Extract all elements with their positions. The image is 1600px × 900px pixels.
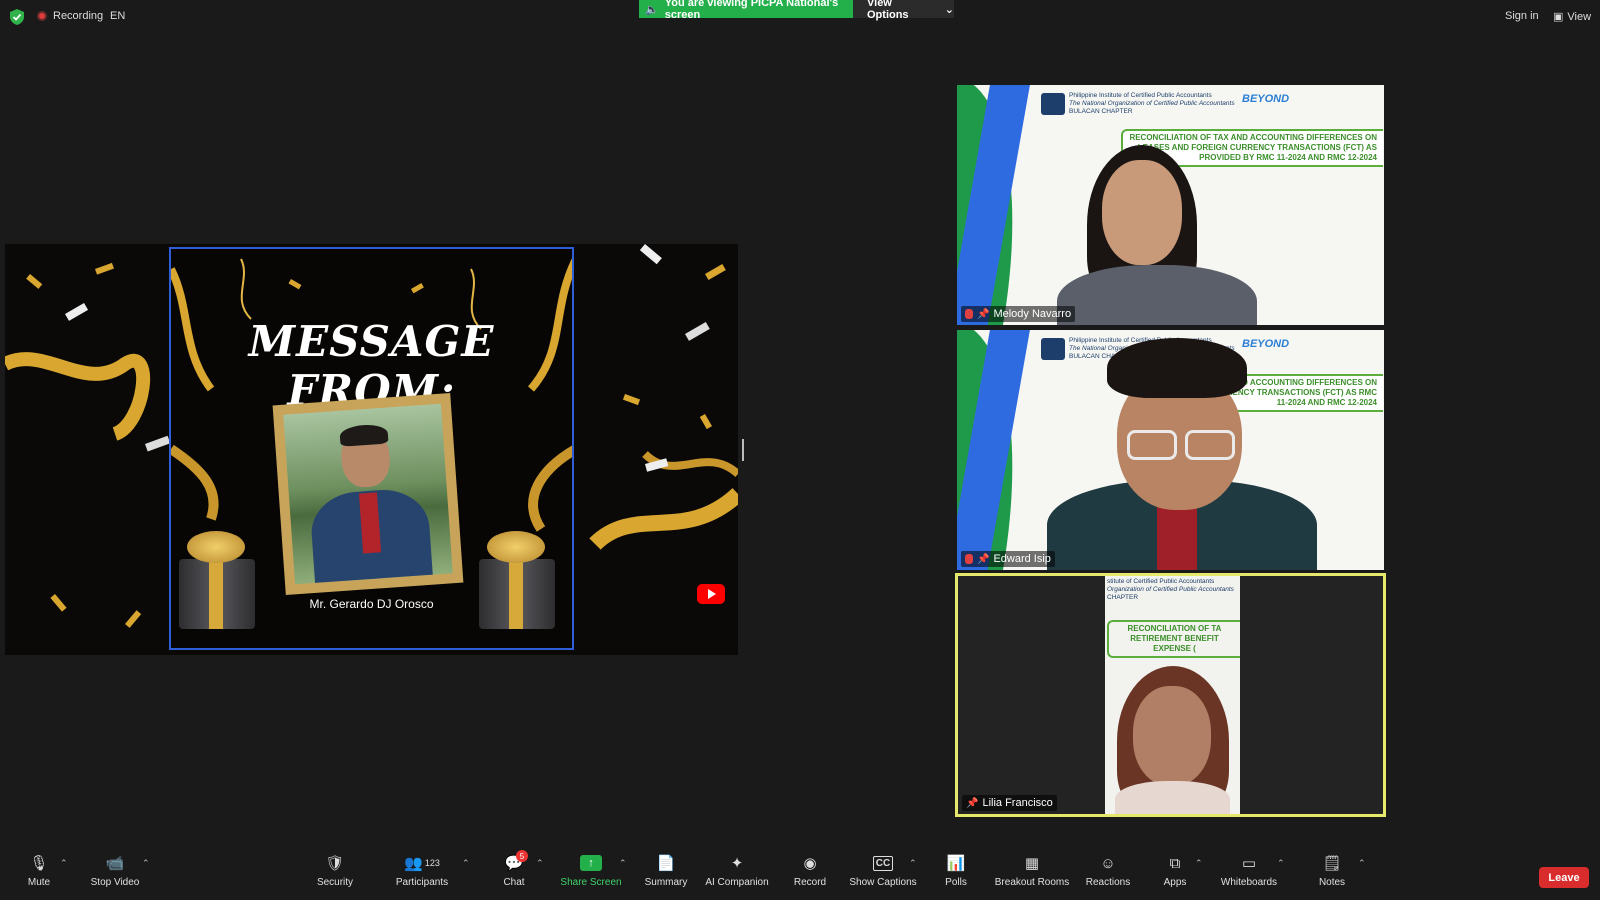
reactions-button[interactable]: ☺ Reactions — [1086, 852, 1130, 889]
participant-name-label: 📌 Edward Isip — [961, 551, 1055, 567]
shield-icon[interactable] — [10, 9, 24, 25]
ai-companion-button[interactable]: ✦ AI Companion — [705, 852, 769, 888]
whiteboards-caret-icon[interactable]: ⌃ — [1277, 858, 1285, 869]
apps-button[interactable]: ⧉ Apps — [1163, 852, 1187, 889]
cc-icon: CC — [872, 852, 894, 874]
shield-icon: 🛡 — [325, 855, 345, 872]
people-icon: 👥 — [404, 855, 423, 872]
slide-org-text: Philippine Institute of Certified Public… — [1069, 92, 1235, 115]
gift-box-left — [171, 529, 261, 629]
youtube-icon — [697, 584, 725, 604]
shared-screen[interactable]: MESSAGE FROM: Mr. Gerardo DJ Orosco — [5, 244, 738, 655]
picpa-logo-icon — [1041, 93, 1065, 115]
chat-caret-icon[interactable]: ⌃ — [536, 858, 544, 869]
top-bar: Recording EN 🔈 You are viewing PICPA Nat… — [0, 0, 1600, 34]
chevron-down-icon: ⌄ — [944, 3, 954, 16]
beyond-logo: BEYOND — [1242, 338, 1290, 350]
view-button[interactable]: ▣ View — [1553, 10, 1592, 24]
participant-video: stitute of Certified Public Accountants … — [1105, 576, 1240, 814]
breakout-rooms-button[interactable]: ▦ Breakout Rooms — [995, 852, 1069, 888]
speaker-icon: 🔈 — [645, 3, 659, 16]
portrait-frame — [272, 393, 464, 595]
notes-icon: 🗒 — [1322, 855, 1342, 872]
picpa-logo-icon — [1041, 338, 1065, 360]
participants-caret-icon[interactable]: ⌃ — [462, 858, 470, 869]
bar-chart-icon: 📊 — [946, 855, 966, 872]
show-captions-button[interactable]: CC Show Captions — [849, 852, 917, 888]
share-arrow-icon: ↑ — [580, 855, 602, 871]
whiteboards-button[interactable]: ▭ Whiteboards — [1219, 852, 1279, 888]
notes-button[interactable]: 🗒 Notes — [1318, 852, 1346, 888]
video-camera-icon: 📹 — [105, 855, 125, 872]
language-selector[interactable]: EN — [110, 10, 125, 22]
participant-name-label: 📌 Melody Navarro — [961, 306, 1076, 322]
record-button[interactable]: ◉ Record — [792, 852, 828, 888]
participant-name-label: 📌 Lilia Francisco — [962, 795, 1057, 811]
slide-topic: RECONCILIATION OF TA RETIREMENT BENEFIT … — [1107, 620, 1240, 658]
sign-in-link[interactable]: Sign in — [1505, 10, 1539, 22]
participant-tile-melody-navarro[interactable]: Philippine Institute of Certified Public… — [957, 85, 1384, 325]
microphone-icon: 🎙 — [29, 855, 49, 872]
layout-icon: ▣ — [1553, 11, 1564, 23]
meeting-toolbar: 🎙 Mute ⌃ 📹 Stop Video ⌃ 🛡 Security 👥 123 … — [0, 850, 1600, 900]
polls-button[interactable]: 📊 Polls — [944, 852, 968, 888]
participant-tile-edward-isip[interactable]: Philippine Institute of Certified Public… — [957, 330, 1384, 570]
chat-button[interactable]: 💬 5 Chat — [500, 850, 528, 888]
viewing-banner: 🔈 You are viewing PICPA National's scree… — [639, 0, 853, 21]
record-dot-icon — [37, 11, 47, 21]
more-caret-icon[interactable]: ⌃ — [1358, 858, 1366, 869]
security-button[interactable]: 🛡 Security — [315, 852, 355, 888]
share-caret-icon[interactable]: ⌃ — [619, 858, 627, 869]
whiteboard-icon: ▭ — [1241, 855, 1257, 872]
recording-label: Recording — [53, 10, 104, 22]
mic-muted-icon — [965, 554, 973, 564]
video-options-caret-icon[interactable]: ⌃ — [142, 858, 150, 869]
view-options-label: View Options — [867, 0, 909, 21]
pin-icon: 📌 — [966, 797, 979, 809]
record-icon: ◉ — [803, 855, 817, 872]
apps-caret-icon[interactable]: ⌃ — [1195, 858, 1203, 869]
portrait-photo — [283, 403, 453, 585]
apps-icon: ⧉ — [1169, 854, 1181, 872]
participants-button[interactable]: 👥 123 Participants — [394, 852, 450, 888]
leave-button[interactable]: Leave — [1539, 867, 1589, 888]
summary-button[interactable]: 📄 Summary — [643, 852, 689, 888]
split-drag-handle[interactable] — [742, 439, 744, 461]
smiley-plus-icon: ☺ — [1100, 854, 1116, 872]
message-card: MESSAGE FROM: Mr. Gerardo DJ Orosco — [169, 247, 574, 650]
chat-unread-badge: 5 — [516, 850, 528, 862]
sparkle-icon: ✦ — [730, 855, 744, 872]
view-options-button[interactable]: View Options ⌄ — [853, 0, 954, 21]
audio-options-caret-icon[interactable]: ⌃ — [60, 858, 68, 869]
pin-icon: 📌 — [977, 553, 990, 565]
view-label: View — [1567, 10, 1592, 23]
mic-muted-icon — [965, 309, 973, 319]
stop-video-button[interactable]: 📹 Stop Video — [90, 852, 140, 888]
grid-icon: ▦ — [1024, 855, 1040, 872]
participant-count: 123 — [424, 858, 440, 868]
viewing-banner-text: You are viewing PICPA National's screen — [664, 0, 839, 21]
beyond-logo: BEYOND — [1242, 93, 1290, 105]
share-screen-button[interactable]: ↑ Share Screen — [560, 852, 622, 888]
mute-button[interactable]: 🎙 Mute — [24, 852, 54, 888]
pin-icon: 📌 — [977, 308, 990, 320]
captions-caret-icon[interactable]: ⌃ — [909, 858, 917, 869]
recording-indicator[interactable]: Recording — [37, 10, 103, 22]
summary-icon: 📄 — [656, 855, 676, 872]
participant-tile-lilia-francisco[interactable]: stitute of Certified Public Accountants … — [955, 573, 1386, 817]
gift-box-right — [471, 529, 561, 629]
